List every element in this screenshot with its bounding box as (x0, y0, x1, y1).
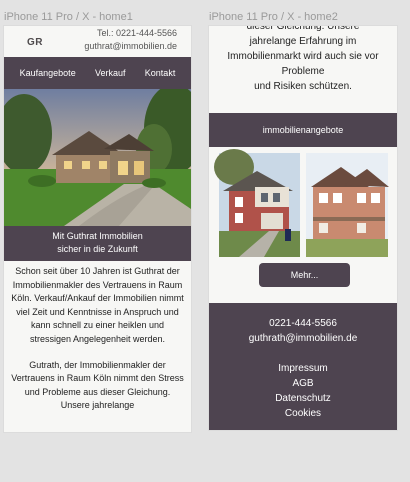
hero-image (4, 89, 191, 226)
header-phone[interactable]: Tel.: 0221-444-5566 (84, 27, 177, 40)
footer-link-datenschutz[interactable]: Datenschutz (209, 391, 397, 406)
header-contact: Tel.: 0221-444-5566 guthrat@immobilien.d… (84, 27, 177, 53)
logo[interactable]: GR (27, 37, 43, 48)
house-photo-icon (4, 89, 191, 226)
more-button[interactable]: Mehr... (259, 263, 350, 287)
footer-link-impressum[interactable]: Impressum (209, 361, 397, 376)
text-line: Immobilienmarkt wird auch sie vor (227, 51, 379, 62)
nav-kontakt[interactable]: Kontakt (145, 68, 176, 78)
text-line: dieser Gleichung. Unsere (246, 26, 360, 32)
property-gallery (209, 147, 397, 260)
text-line: Probleme (281, 66, 325, 77)
footer-link-agb[interactable]: AGB (209, 376, 397, 391)
intro-paragraph-2: Gutrath, der Immobilienmakler der Vertra… (11, 359, 184, 411)
continued-text: dieser Gleichung. Unsere jahrelange Erfa… (209, 26, 397, 94)
intro-paragraph-1: Schon seit über 10 Jahren ist Guthrat de… (11, 266, 184, 344)
home2-frame: dieser Gleichung. Unsere jahrelange Erfa… (209, 26, 397, 430)
nav-verkauf[interactable]: Verkauf (95, 68, 126, 78)
hero-banner: Mit Guthrat Immobilien sicher in die Zuk… (4, 226, 191, 261)
banner-line2: sicher in die Zukunft (57, 244, 138, 254)
home1-frame: GR Tel.: 0221-444-5566 guthrat@immobilie… (4, 26, 191, 432)
text-line: jahrelange Erfahrung im (249, 36, 357, 47)
frame-label-home1: iPhone 11 Pro / X - home1 (4, 11, 133, 23)
main-nav: Kaufangebote Verkauf Kontakt (4, 57, 191, 89)
property-photo-2-icon (306, 153, 389, 257)
header: GR Tel.: 0221-444-5566 guthrat@immobilie… (4, 26, 191, 57)
section-header-immobilienangebote: immobilienangebote (209, 113, 397, 147)
frame-label-home2: iPhone 11 Pro / X - home2 (209, 11, 338, 23)
footer-link-cookies[interactable]: Cookies (209, 406, 397, 421)
property-photo-1-icon (214, 149, 300, 257)
banner-line1: Mit Guthrat Immobilien (52, 231, 143, 241)
footer-phone[interactable]: 0221-444-5566 (209, 316, 397, 331)
footer: 0221-444-5566 guthrath@immobilien.de Imp… (209, 303, 397, 430)
nav-kaufangebote[interactable]: Kaufangebote (20, 68, 76, 78)
text-line: und Risiken schützen. (254, 81, 352, 92)
intro-text: Schon seit über 10 Jahren ist Guthrat de… (4, 261, 191, 413)
header-email[interactable]: guthrat@immobilien.de (84, 40, 177, 53)
footer-email[interactable]: guthrath@immobilien.de (209, 331, 397, 346)
property-photos (214, 149, 389, 257)
